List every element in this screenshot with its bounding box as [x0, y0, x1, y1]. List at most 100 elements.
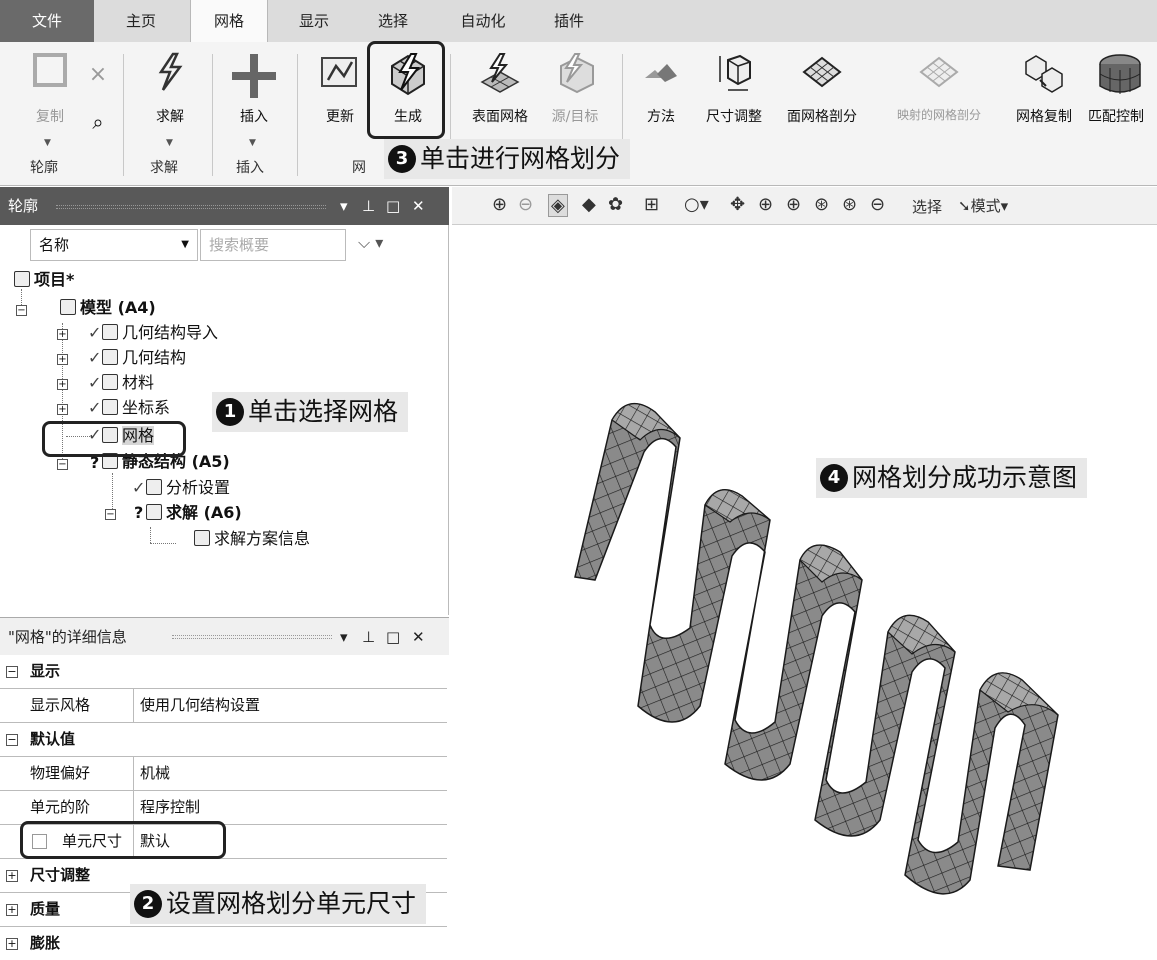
- tab-file[interactable]: 文件: [0, 0, 94, 42]
- tree-item-geometry[interactable]: 几何结构: [102, 347, 186, 369]
- tab-mesh[interactable]: 网格: [190, 0, 268, 42]
- rotate-icon[interactable]: ○▾: [684, 194, 709, 215]
- zoom-previous-icon[interactable]: ⊖: [870, 194, 885, 215]
- close-icon[interactable]: ✕: [412, 187, 425, 225]
- tab-home[interactable]: 主页: [112, 0, 170, 42]
- chevron-down-icon[interactable]: ▼: [249, 138, 256, 148]
- mode-dropdown[interactable]: ➘模式▾: [958, 195, 1008, 216]
- search-outline-input[interactable]: 搜索概要: [200, 229, 346, 261]
- expand-icon[interactable]: +: [57, 404, 68, 415]
- maximize-icon[interactable]: □: [386, 618, 400, 656]
- maximize-icon[interactable]: □: [386, 187, 400, 225]
- callout-text: 设置网格划分单元尺寸: [166, 889, 417, 918]
- collapse-icon[interactable]: −: [6, 666, 18, 678]
- row-display-style[interactable]: 显示风格 使用几何结构设置: [0, 689, 447, 723]
- pin-icon[interactable]: ⊥: [362, 618, 375, 656]
- name-filter-dropdown[interactable]: 名称 ▼: [30, 229, 198, 261]
- copy-icon: [33, 53, 67, 87]
- chevron-down-icon[interactable]: ⌵ ▾: [358, 233, 383, 253]
- pan-icon[interactable]: ✥: [730, 194, 745, 215]
- search-icon[interactable]: ⌕: [86, 110, 110, 134]
- solve-label: 求解: [156, 109, 184, 125]
- panel-menu-icon[interactable]: ▾: [340, 618, 348, 656]
- pin-icon[interactable]: ⊥: [362, 187, 375, 225]
- row-element-order[interactable]: 单元的阶 程序控制: [0, 791, 447, 825]
- zoom-out-icon[interactable]: ⊖: [518, 194, 533, 215]
- project-icon: [14, 271, 30, 287]
- ribbon-tab-bar: 文件 主页 网格 显示 选择 自动化 插件: [0, 0, 1157, 42]
- select-label[interactable]: 选择: [912, 196, 942, 217]
- tree-item-geometry-import[interactable]: 几何结构导入: [102, 322, 218, 344]
- close-icon[interactable]: ✕: [412, 618, 425, 656]
- tab-display[interactable]: 显示: [285, 0, 343, 42]
- tree-item-materials[interactable]: 材料: [102, 372, 154, 394]
- row-physics-preference[interactable]: 物理偏好 机械: [0, 757, 447, 791]
- collapse-icon[interactable]: −: [6, 734, 18, 746]
- surface-mesh-button[interactable]: 表面网格: [460, 42, 540, 152]
- zoom-box-icon[interactable]: ⊕: [786, 194, 801, 215]
- zoom-all-icon[interactable]: ⊛: [842, 194, 857, 215]
- tree-item-solution-info[interactable]: 求解方案信息: [194, 528, 310, 550]
- expand-icon[interactable]: +: [57, 354, 68, 365]
- zoom-in-icon[interactable]: ⊕: [492, 194, 507, 215]
- tab-plugins[interactable]: 插件: [540, 0, 598, 42]
- check-icon: ✓: [88, 323, 102, 342]
- property-value[interactable]: 机械: [140, 757, 170, 790]
- tree-item-solution[interactable]: 求解 (A6): [146, 502, 242, 524]
- materials-icon: [102, 374, 118, 390]
- panel-grip: [56, 205, 326, 209]
- vertex-select-icon[interactable]: ✿: [608, 194, 623, 215]
- category-defaults[interactable]: − 默认值: [0, 723, 447, 757]
- sizing-button[interactable]: 尺寸调整: [696, 42, 772, 152]
- selection-mode-icon[interactable]: ⊞: [644, 194, 659, 215]
- body-select-icon[interactable]: ◆: [582, 194, 596, 215]
- chevron-down-icon[interactable]: ▼: [166, 138, 173, 148]
- callout-step-2: 2 设置网格划分单元尺寸: [130, 884, 427, 924]
- match-control-button[interactable]: 匹配控制: [1082, 42, 1157, 152]
- mapped-face-meshing-label: 映射的网格剖分: [896, 108, 981, 122]
- graphics-viewport[interactable]: [452, 226, 1157, 960]
- method-icon: [645, 64, 677, 82]
- panel-menu-icon[interactable]: ▾: [340, 187, 348, 225]
- source-target-button[interactable]: 源/目标: [540, 42, 610, 152]
- tree-item-model[interactable]: 模型 (A4): [60, 297, 156, 319]
- category-inflation[interactable]: + 膨胀: [0, 927, 447, 960]
- collapse-icon[interactable]: −: [105, 509, 116, 520]
- tab-automation[interactable]: 自动化: [446, 0, 520, 42]
- mode-label: 模式: [970, 197, 1001, 215]
- solution-icon: [146, 504, 162, 520]
- copy-button[interactable]: 复制: [20, 42, 80, 152]
- tree-item-project[interactable]: 项目*: [14, 269, 74, 291]
- analysis-settings-label: 分析设置: [166, 478, 231, 497]
- tree-item-coordinate-systems[interactable]: 坐标系: [102, 397, 170, 419]
- insert-button[interactable]: 插入: [224, 42, 284, 152]
- expand-icon[interactable]: +: [6, 904, 18, 916]
- property-value[interactable]: 程序控制: [140, 791, 200, 824]
- zoom-fit-icon[interactable]: ⊛: [814, 194, 829, 215]
- face-meshing-button[interactable]: 面网格剖分: [778, 42, 866, 152]
- model-icon: [60, 299, 76, 315]
- mesh-copy-button[interactable]: 网格复制: [1006, 42, 1082, 152]
- face-meshing-icon: [802, 56, 842, 88]
- expand-icon[interactable]: +: [57, 329, 68, 340]
- collapse-icon[interactable]: −: [16, 305, 27, 316]
- callout-text: 单击选择网格: [248, 397, 399, 426]
- mapped-face-meshing-button[interactable]: 映射的网格剖分: [872, 42, 1006, 152]
- close-icon[interactable]: ×: [86, 62, 110, 87]
- group-outline-label: 轮廓: [30, 160, 58, 176]
- cube-select-icon[interactable]: ◈: [548, 194, 568, 217]
- details-panel-header: "网格"的详细信息 ▾ ⊥ □ ✕: [0, 617, 449, 655]
- expand-icon[interactable]: +: [6, 938, 18, 950]
- chevron-down-icon[interactable]: ▼: [44, 138, 51, 148]
- category-display[interactable]: − 显示: [0, 655, 447, 689]
- update-button[interactable]: 更新: [310, 42, 370, 152]
- tab-selection[interactable]: 选择: [364, 0, 422, 42]
- method-button[interactable]: 方法: [632, 42, 690, 152]
- property-value[interactable]: 使用几何结构设置: [140, 689, 260, 722]
- collapse-icon[interactable]: −: [57, 459, 68, 470]
- expand-icon[interactable]: +: [6, 870, 18, 882]
- expand-icon[interactable]: +: [57, 379, 68, 390]
- tree-item-analysis-settings[interactable]: 分析设置: [146, 477, 230, 499]
- solve-button[interactable]: 求解: [140, 42, 200, 152]
- zoom-icon[interactable]: ⊕: [758, 194, 773, 215]
